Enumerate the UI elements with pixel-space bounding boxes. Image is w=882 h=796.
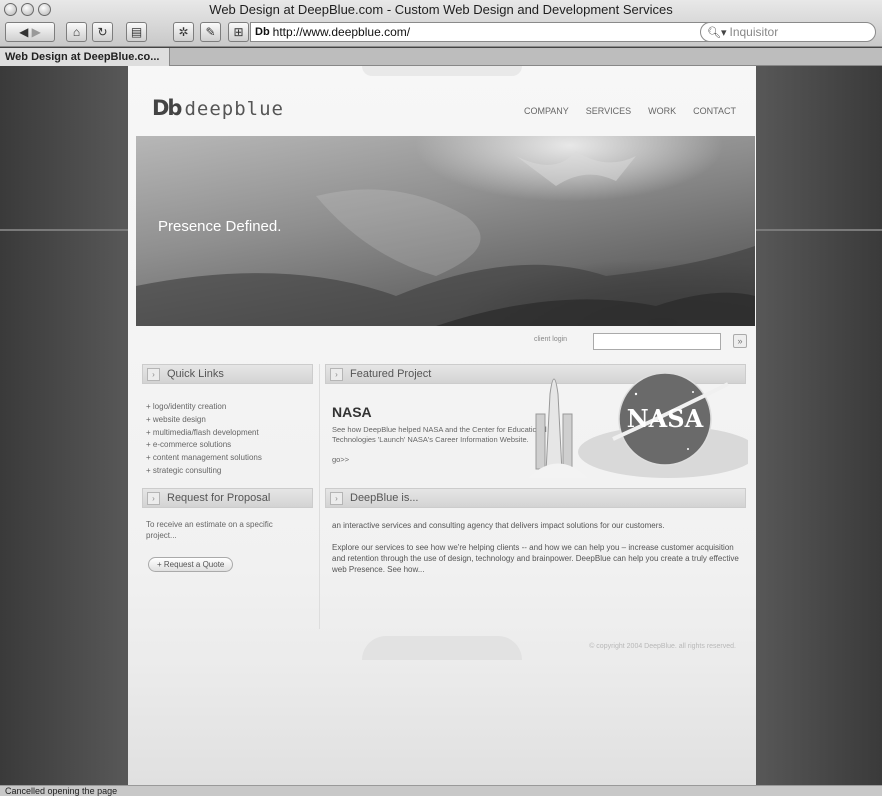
print-button[interactable]: ▤ [126,22,147,42]
add-bookmark-button[interactable]: ⊞ [228,22,249,42]
browser-window: Web Design at DeepBlue.com - Custom Web … [0,0,882,796]
hero-headline: Presence Defined. [158,218,282,235]
status-bar: Cancelled opening the page [0,785,882,796]
about-paragraph-1: an interactive services and consulting a… [332,521,665,530]
arrow-right-icon: » [737,336,743,346]
tab-bar: Web Design at DeepBlue.co... [0,48,882,66]
quick-links-title: Quick Links [167,368,224,380]
search-placeholder: Inquisitor [729,25,779,39]
arrow-box-icon: › [330,367,343,381]
bottom-notch [362,636,522,660]
reload-icon: ↻ [97,25,108,39]
arrow-box-icon: › [147,367,160,381]
background-line-left [0,229,128,231]
search-icon: 🔍︎▾ [707,26,727,39]
site-page: Db deepblue COMPANY SERVICES WORK CONTACT… [128,66,756,785]
search-field[interactable]: 🔍︎▾ Inquisitor [700,22,876,42]
nasa-logo-text: NASA [627,404,704,433]
rfp-title: Request for Proposal [167,492,271,504]
rfp-text: To receive an estimate on a specific pro… [146,520,273,540]
top-notch [362,66,522,76]
request-quote-button[interactable]: + Request a Quote [148,557,234,572]
arrow-box-icon: › [330,491,343,505]
plus-box-icon: ⊞ [233,25,244,39]
deepblue-is-title: DeepBlue is... [350,492,419,504]
client-login-label: client login [534,336,568,343]
quick-links-header: › Quick Links [142,364,313,384]
reload-button[interactable]: ↻ [92,22,113,42]
nav-contact[interactable]: CONTACT [693,106,736,116]
site-logo[interactable]: Db deepblue [152,96,284,120]
home-icon: ⌂ [72,25,81,39]
back-forward-buttons[interactable]: ◀ ▶ [5,22,55,42]
quick-link-website[interactable]: + website design [146,414,262,427]
quick-link-ecommerce[interactable]: + e-commerce solutions [146,439,262,452]
window-title: Web Design at DeepBlue.com - Custom Web … [209,2,673,17]
gear-icon: ✲ [178,25,189,39]
copyright-text: © copyright 2004 DeepBlue. all rights re… [589,643,736,650]
quick-link-multimedia[interactable]: + multimedia/flash development [146,427,262,440]
pencil-icon: ✎ [205,25,216,39]
active-tab[interactable]: Web Design at DeepBlue.co... [0,48,170,66]
nav-company[interactable]: COMPANY [524,106,569,116]
arrow-box-icon: › [147,491,160,505]
featured-project-title: Featured Project [350,368,432,380]
nav-work[interactable]: WORK [648,106,676,116]
address-bar[interactable]: Db http://www.deepblue.com/ [250,22,720,42]
quick-link-logo[interactable]: + logo/identity creation [146,401,262,414]
logo-mark: Db [152,96,183,120]
print-icon: ▤ [130,25,143,39]
page-viewport: Db deepblue COMPANY SERVICES WORK CONTACT… [0,66,882,785]
logo-text: deepblue [184,98,284,120]
client-login-go-button[interactable]: » [733,334,747,348]
home-button[interactable]: ⌂ [66,22,87,42]
client-login-input[interactable] [593,333,721,350]
main-nav: COMPANY SERVICES WORK CONTACT [524,106,736,116]
rfp-header: › Request for Proposal [142,488,313,508]
quick-links-list: + logo/identity creation + website desig… [146,401,262,478]
site-favicon: Db [255,26,270,38]
nav-services[interactable]: SERVICES [586,106,631,116]
forward-arrow-icon[interactable]: ▶ [32,25,41,39]
nasa-shuttle-image[interactable]: NASA [518,364,748,478]
deepblue-is-header: › DeepBlue is... [325,488,746,508]
column-divider [319,364,320,629]
hero-banner: Presence Defined. [136,136,755,326]
browser-toolbar: Web Design at DeepBlue.com - Custom Web … [0,0,882,47]
background-line-right [756,229,882,231]
quick-link-consulting[interactable]: + strategic consulting [146,465,262,478]
page-footer-band [128,660,756,785]
settings-button[interactable]: ✲ [173,22,194,42]
featured-name[interactable]: NASA [332,404,372,420]
quick-link-cms[interactable]: + content management solutions [146,452,262,465]
about-paragraph-2: Explore our services to see how we're he… [332,543,739,574]
back-arrow-icon[interactable]: ◀ [19,25,28,39]
edit-button[interactable]: ✎ [200,22,221,42]
featured-go-link[interactable]: go>> [332,455,349,464]
address-text: http://www.deepblue.com/ [272,25,411,39]
